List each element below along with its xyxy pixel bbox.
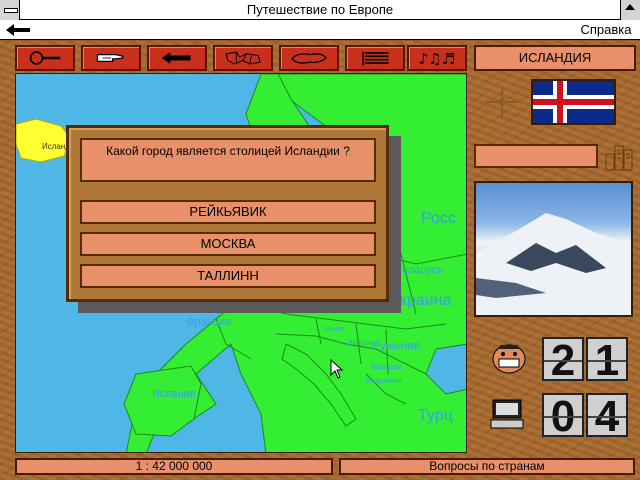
- map-label-russia: Росс: [421, 210, 456, 227]
- mode-status: Вопросы по странам: [339, 458, 635, 475]
- country-button[interactable]: [279, 45, 339, 71]
- map-label-belarus: еларусь: [402, 264, 443, 276]
- country-flag: [531, 79, 616, 125]
- info-field: [474, 144, 598, 168]
- regions-map-icon: [225, 51, 261, 65]
- music-button[interactable]: ♪♫♬: [407, 45, 467, 71]
- back-arrow-icon: [161, 52, 191, 64]
- map-label-bulgaria: Болгария: [371, 364, 402, 371]
- answer-button-3[interactable]: ТАЛЛИНН: [80, 264, 376, 288]
- mountain-image: [476, 213, 631, 315]
- system-menu-icon: [4, 8, 18, 13]
- back-button[interactable]: [147, 45, 207, 71]
- country-shape-icon: [291, 53, 327, 64]
- menu-back-button[interactable]: [4, 22, 34, 38]
- map-label-spain: Испания: [152, 388, 196, 400]
- maximize-icon: [625, 4, 635, 10]
- question-text: Какой город является столицей Исландии ?: [80, 138, 376, 182]
- flag-stripes-icon: [362, 52, 389, 66]
- city-buildings-icon[interactable]: [604, 140, 634, 172]
- country-photo: [474, 181, 633, 317]
- wrong-count-digit-1: 0: [542, 393, 584, 437]
- map-label-gslavia: Югославия: [366, 378, 403, 385]
- magnifier-icon: [29, 51, 61, 65]
- pointing-hand-icon: [96, 53, 124, 63]
- map-label-turkey: Турц: [418, 407, 453, 424]
- computer-icon: [490, 399, 524, 429]
- menu-bar: [0, 20, 640, 40]
- map-label-france: Франция: [186, 316, 232, 328]
- wrong-count-digit-2: 4: [586, 393, 628, 437]
- answer-button-1[interactable]: РЕЙКЬЯВИК: [80, 200, 376, 224]
- system-menu-button[interactable]: [0, 0, 20, 20]
- map-scale-status: 1 : 42 000 000: [15, 458, 333, 475]
- answer-button-2[interactable]: МОСКВА: [80, 232, 376, 256]
- maximize-button[interactable]: [620, 0, 640, 20]
- window-title: Путешествие по Европе: [246, 2, 394, 17]
- country-name: ИСЛАНДИЯ: [474, 45, 636, 71]
- correct-count-digit-2: 1: [586, 337, 628, 381]
- correct-count-digit-1: 2: [542, 337, 584, 381]
- compass-icon: [486, 86, 518, 118]
- music-notes-icon: ♪♫♬: [418, 50, 455, 68]
- svg-text:♪♫♬: ♪♫♬: [418, 50, 455, 68]
- left-arrow-icon: [6, 24, 30, 36]
- map-label-ukraine: краина: [400, 292, 452, 309]
- grinning-face-icon: [492, 344, 526, 374]
- iceland-flag-icon: [533, 81, 614, 123]
- map-label-czech: Чехия: [324, 326, 344, 333]
- map-label-hungary: Венгрия: [348, 340, 375, 347]
- flags-button[interactable]: [345, 45, 405, 71]
- menu-help[interactable]: Справка: [576, 20, 636, 40]
- point-button[interactable]: [81, 45, 141, 71]
- regions-button[interactable]: [213, 45, 273, 71]
- mouse-cursor-icon: [330, 359, 344, 379]
- map-label-romania: Румыния: [373, 340, 420, 352]
- zoom-button[interactable]: [15, 45, 75, 71]
